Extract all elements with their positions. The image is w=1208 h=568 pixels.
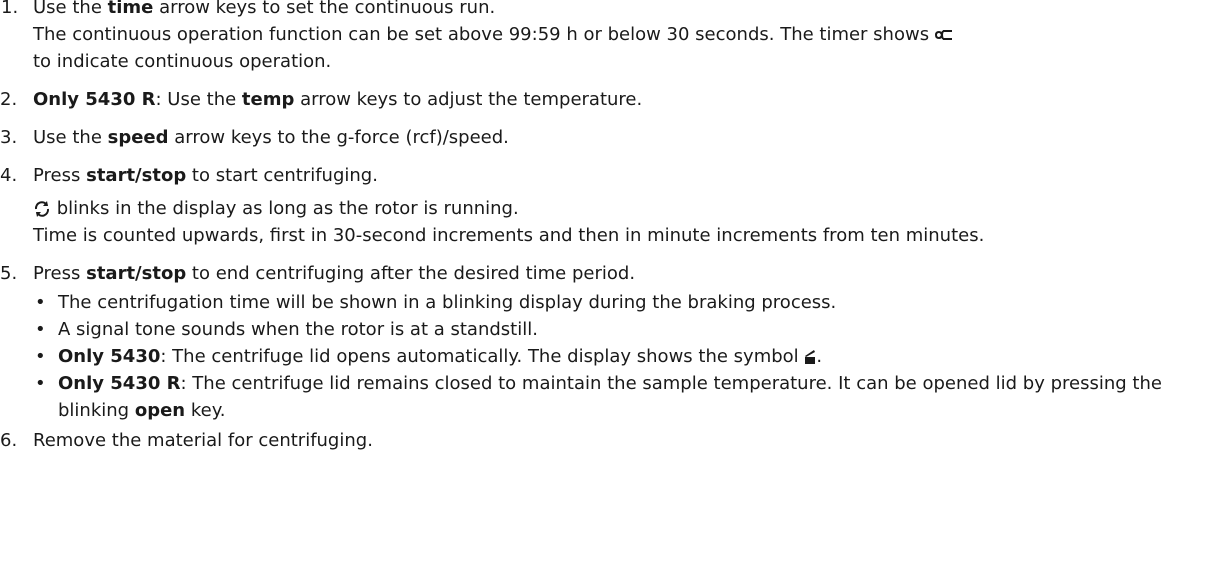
step-number: 4. [0,165,18,186]
step-text: Use the speed arrow keys to the g-force … [33,127,509,148]
step-detail: blinks in the display as long as the rot… [33,195,1208,222]
list-item: • The centrifugation time will be shown i… [35,292,837,313]
step-number: 6. [0,430,18,451]
step-detail: Time is counted upwards, first in 30-sec… [33,225,985,246]
continuous-operation-icon [934,29,953,41]
list-item: • Only 5430: The centrifuge lid opens aut… [35,346,823,367]
step-1: 1. Use the time arrow keys to set the co… [0,0,1208,75]
rotation-icon [33,200,51,218]
step-number: 1. [1,0,19,18]
lid-open-icon [804,349,816,365]
step-text: Press start/stop to end centrifuging aft… [33,263,636,284]
step-3: 3. Use the speed arrow keys to the g-for… [0,124,1208,151]
list-item: • A signal tone sounds when the rotor is … [35,319,538,340]
step-number: 3. [0,127,18,148]
instruction-page: 1. Use the time arrow keys to set the co… [0,0,1208,465]
step-number: 2. [0,89,18,110]
step-4: 4. Press start/stop to start centrifugin… [0,162,1208,249]
step-detail: The continuous operation function can be… [33,21,1208,75]
bullet-list: • The centrifugation time will be shown i… [33,289,1208,424]
step-text: Press start/stop to start centrifuging. [33,165,378,186]
list-item: • Only 5430 R: The centrifuge lid remains… [35,373,1162,421]
step-number: 5. [0,263,18,284]
step-text: Remove the material for centrifuging. [33,430,373,451]
step-2: 2. Only 5430 R: Use the temp arrow keys … [0,86,1208,113]
step-5: 5. Press start/stop to end centrifuging … [0,260,1208,424]
step-6: 6. Remove the material for centrifuging. [0,427,1208,454]
step-text: Use the time arrow keys to set the conti… [33,0,496,18]
step-text: Only 5430 R: Use the temp arrow keys to … [33,89,643,110]
